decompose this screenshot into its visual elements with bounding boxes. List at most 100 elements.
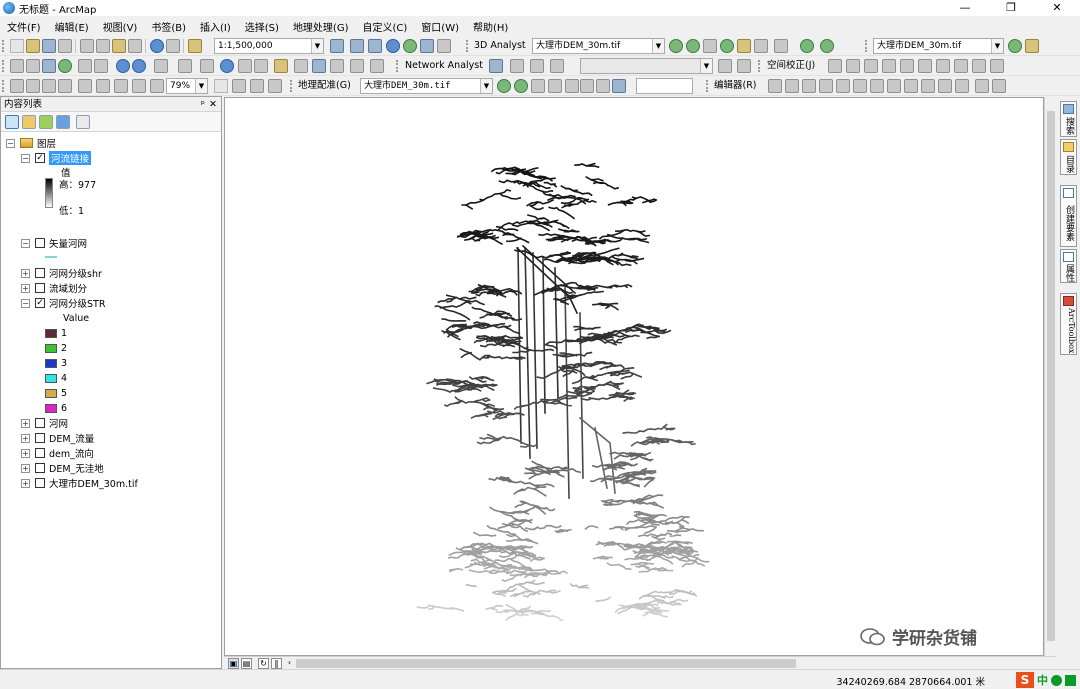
toolbar-grip[interactable] [2, 40, 7, 52]
collapse-icon[interactable]: − [6, 138, 15, 148]
layer-visibility-checkbox[interactable] [35, 238, 45, 248]
menu-geoprocessing[interactable]: 地理处理(G) [286, 19, 356, 34]
zoom-whole-page-icon[interactable] [58, 79, 72, 93]
toc-close-button[interactable]: ✕ [209, 97, 217, 112]
network-dataset-combo[interactable]: ▼ [580, 58, 713, 74]
create-features-tab[interactable]: 创建要素 [1060, 185, 1077, 247]
layer-visibility-checkbox[interactable] [35, 283, 45, 293]
multi-displacement-icon[interactable] [882, 59, 896, 73]
layer-visibility-checkbox[interactable]: ✓ [35, 298, 45, 308]
open-folder-icon[interactable] [26, 39, 40, 53]
undo-icon[interactable] [150, 39, 164, 53]
list-by-source-icon[interactable] [22, 115, 36, 129]
layer-row-dem-flow-accumulation[interactable]: + DEM_流量 [21, 431, 94, 445]
spatial-adjustment-menu[interactable]: 空间校正(J) [767, 59, 815, 73]
layer-visibility-checkbox[interactable] [35, 433, 45, 443]
new-document-icon[interactable] [10, 39, 24, 53]
ime-mode-icon[interactable] [1051, 674, 1062, 686]
layers-root-row[interactable]: − 图层 [6, 136, 56, 150]
expand-icon[interactable]: + [21, 268, 30, 278]
go-back-page-icon[interactable] [132, 79, 146, 93]
straight-segment-icon[interactable] [802, 79, 816, 93]
layer-name[interactable]: DEM_流量 [49, 431, 94, 445]
layer-visibility-checkbox[interactable]: ✓ [35, 153, 45, 163]
editor-menu[interactable]: 编辑器(R) [714, 79, 757, 93]
pan-hand-icon[interactable] [42, 59, 56, 73]
fixed-zoom-out-icon[interactable] [94, 59, 108, 73]
rotate-edit-icon[interactable] [938, 79, 952, 93]
ime-language-label[interactable]: 中 [1037, 672, 1048, 688]
layer-name[interactable]: 河流链接 [49, 151, 92, 165]
contour-icon[interactable] [1008, 39, 1022, 53]
arcscene-icon[interactable] [820, 39, 834, 53]
select-link-icon[interactable] [565, 79, 579, 93]
menu-bookmarks[interactable]: 书签(B) [144, 19, 193, 34]
list-by-visibility-icon[interactable] [39, 115, 53, 129]
toolbar-grip[interactable] [758, 60, 763, 72]
print-icon[interactable] [58, 39, 72, 53]
view-link-table-georef-icon[interactable] [596, 79, 610, 93]
network-analyst-menu[interactable]: Network Analyst [405, 59, 483, 73]
menu-file[interactable]: 文件(F) [0, 19, 48, 34]
split-tool-icon[interactable] [921, 79, 935, 93]
layout-view-button[interactable]: ▤ [241, 658, 252, 669]
layer-row-dali-dem[interactable]: + 大理市DEM_30m.tif [21, 476, 138, 490]
search-window-icon[interactable] [386, 39, 400, 53]
clear-limited-area-icon[interactable] [936, 59, 950, 73]
interpolate-point-icon[interactable] [720, 39, 734, 53]
layer-visibility-checkbox[interactable] [35, 478, 45, 488]
expand-icon[interactable]: + [21, 418, 30, 428]
cut-icon[interactable] [80, 39, 94, 53]
rotate-dropdown-icon[interactable] [612, 79, 626, 93]
create-contour-icon[interactable] [669, 39, 683, 53]
toolbar-grip[interactable] [865, 40, 870, 52]
layer-name[interactable]: 河网分级shr [49, 266, 102, 280]
layer-name[interactable]: 矢量河网 [49, 236, 87, 250]
measure-icon[interactable] [274, 59, 288, 73]
go-to-xy-icon[interactable] [330, 59, 344, 73]
map-horizontal-scroll-thumb[interactable] [296, 659, 796, 668]
pause-drawing-icon[interactable]: ‖ [271, 658, 282, 669]
collapse-icon[interactable]: − [21, 238, 30, 248]
profile-graph-icon[interactable] [754, 39, 768, 53]
hyperlink-icon[interactable] [254, 59, 268, 73]
map-vertical-scrollbar[interactable] [1044, 97, 1056, 656]
attributes-icon[interactable] [955, 79, 969, 93]
shift-icon[interactable] [514, 79, 528, 93]
find-route-icon[interactable] [312, 59, 326, 73]
copy-icon[interactable] [96, 39, 110, 53]
layout-zoom-out-icon[interactable] [26, 79, 40, 93]
ime-indicator[interactable]: S 中 [1016, 672, 1076, 688]
arctoolbox-tab[interactable]: ArcToolbox [1060, 293, 1077, 355]
georef-layer-combo[interactable]: 大理市DEM_30m.tif ▼ [360, 78, 493, 94]
arctoolbox-icon[interactable] [403, 39, 417, 53]
layer-row-vector-river[interactable]: − 矢量河网 [21, 236, 87, 250]
map-display[interactable] [224, 97, 1044, 656]
na-options-icon[interactable] [737, 59, 751, 73]
expand-icon[interactable]: + [21, 463, 30, 473]
layer-visibility-checkbox[interactable] [35, 418, 45, 428]
globe-icon[interactable] [800, 39, 814, 53]
end-point-arc-icon[interactable] [819, 79, 833, 93]
expand-icon[interactable]: + [21, 433, 30, 443]
map-scale-combo[interactable]: 1:1,500,000 ▼ [214, 38, 324, 54]
rotate-icon[interactable] [497, 79, 511, 93]
na-tool-icon[interactable] [510, 59, 524, 73]
zoom-100-icon[interactable] [78, 79, 92, 93]
zoom-in-icon[interactable] [10, 59, 24, 73]
layer-name[interactable]: 河网分级STR [49, 296, 105, 310]
layer-name[interactable]: 大理市DEM_30m.tif [49, 476, 138, 490]
edit-tool-icon[interactable] [768, 79, 782, 93]
redo-icon[interactable] [166, 39, 180, 53]
layer-name[interactable]: 流域划分 [49, 281, 87, 295]
paste-icon[interactable] [112, 39, 126, 53]
sketch-properties-icon[interactable] [975, 79, 989, 93]
delete-icon[interactable] [128, 39, 142, 53]
edit-annotation-icon[interactable] [785, 79, 799, 93]
zoom-out-icon[interactable] [26, 59, 40, 73]
na-build-icon[interactable] [718, 59, 732, 73]
trace-icon[interactable] [836, 79, 850, 93]
search-window-tab[interactable]: 搜索 [1060, 101, 1077, 137]
expand-icon[interactable]: + [21, 448, 30, 458]
layer-row-dem-flow-direction[interactable]: + dem_流向 [21, 446, 94, 460]
